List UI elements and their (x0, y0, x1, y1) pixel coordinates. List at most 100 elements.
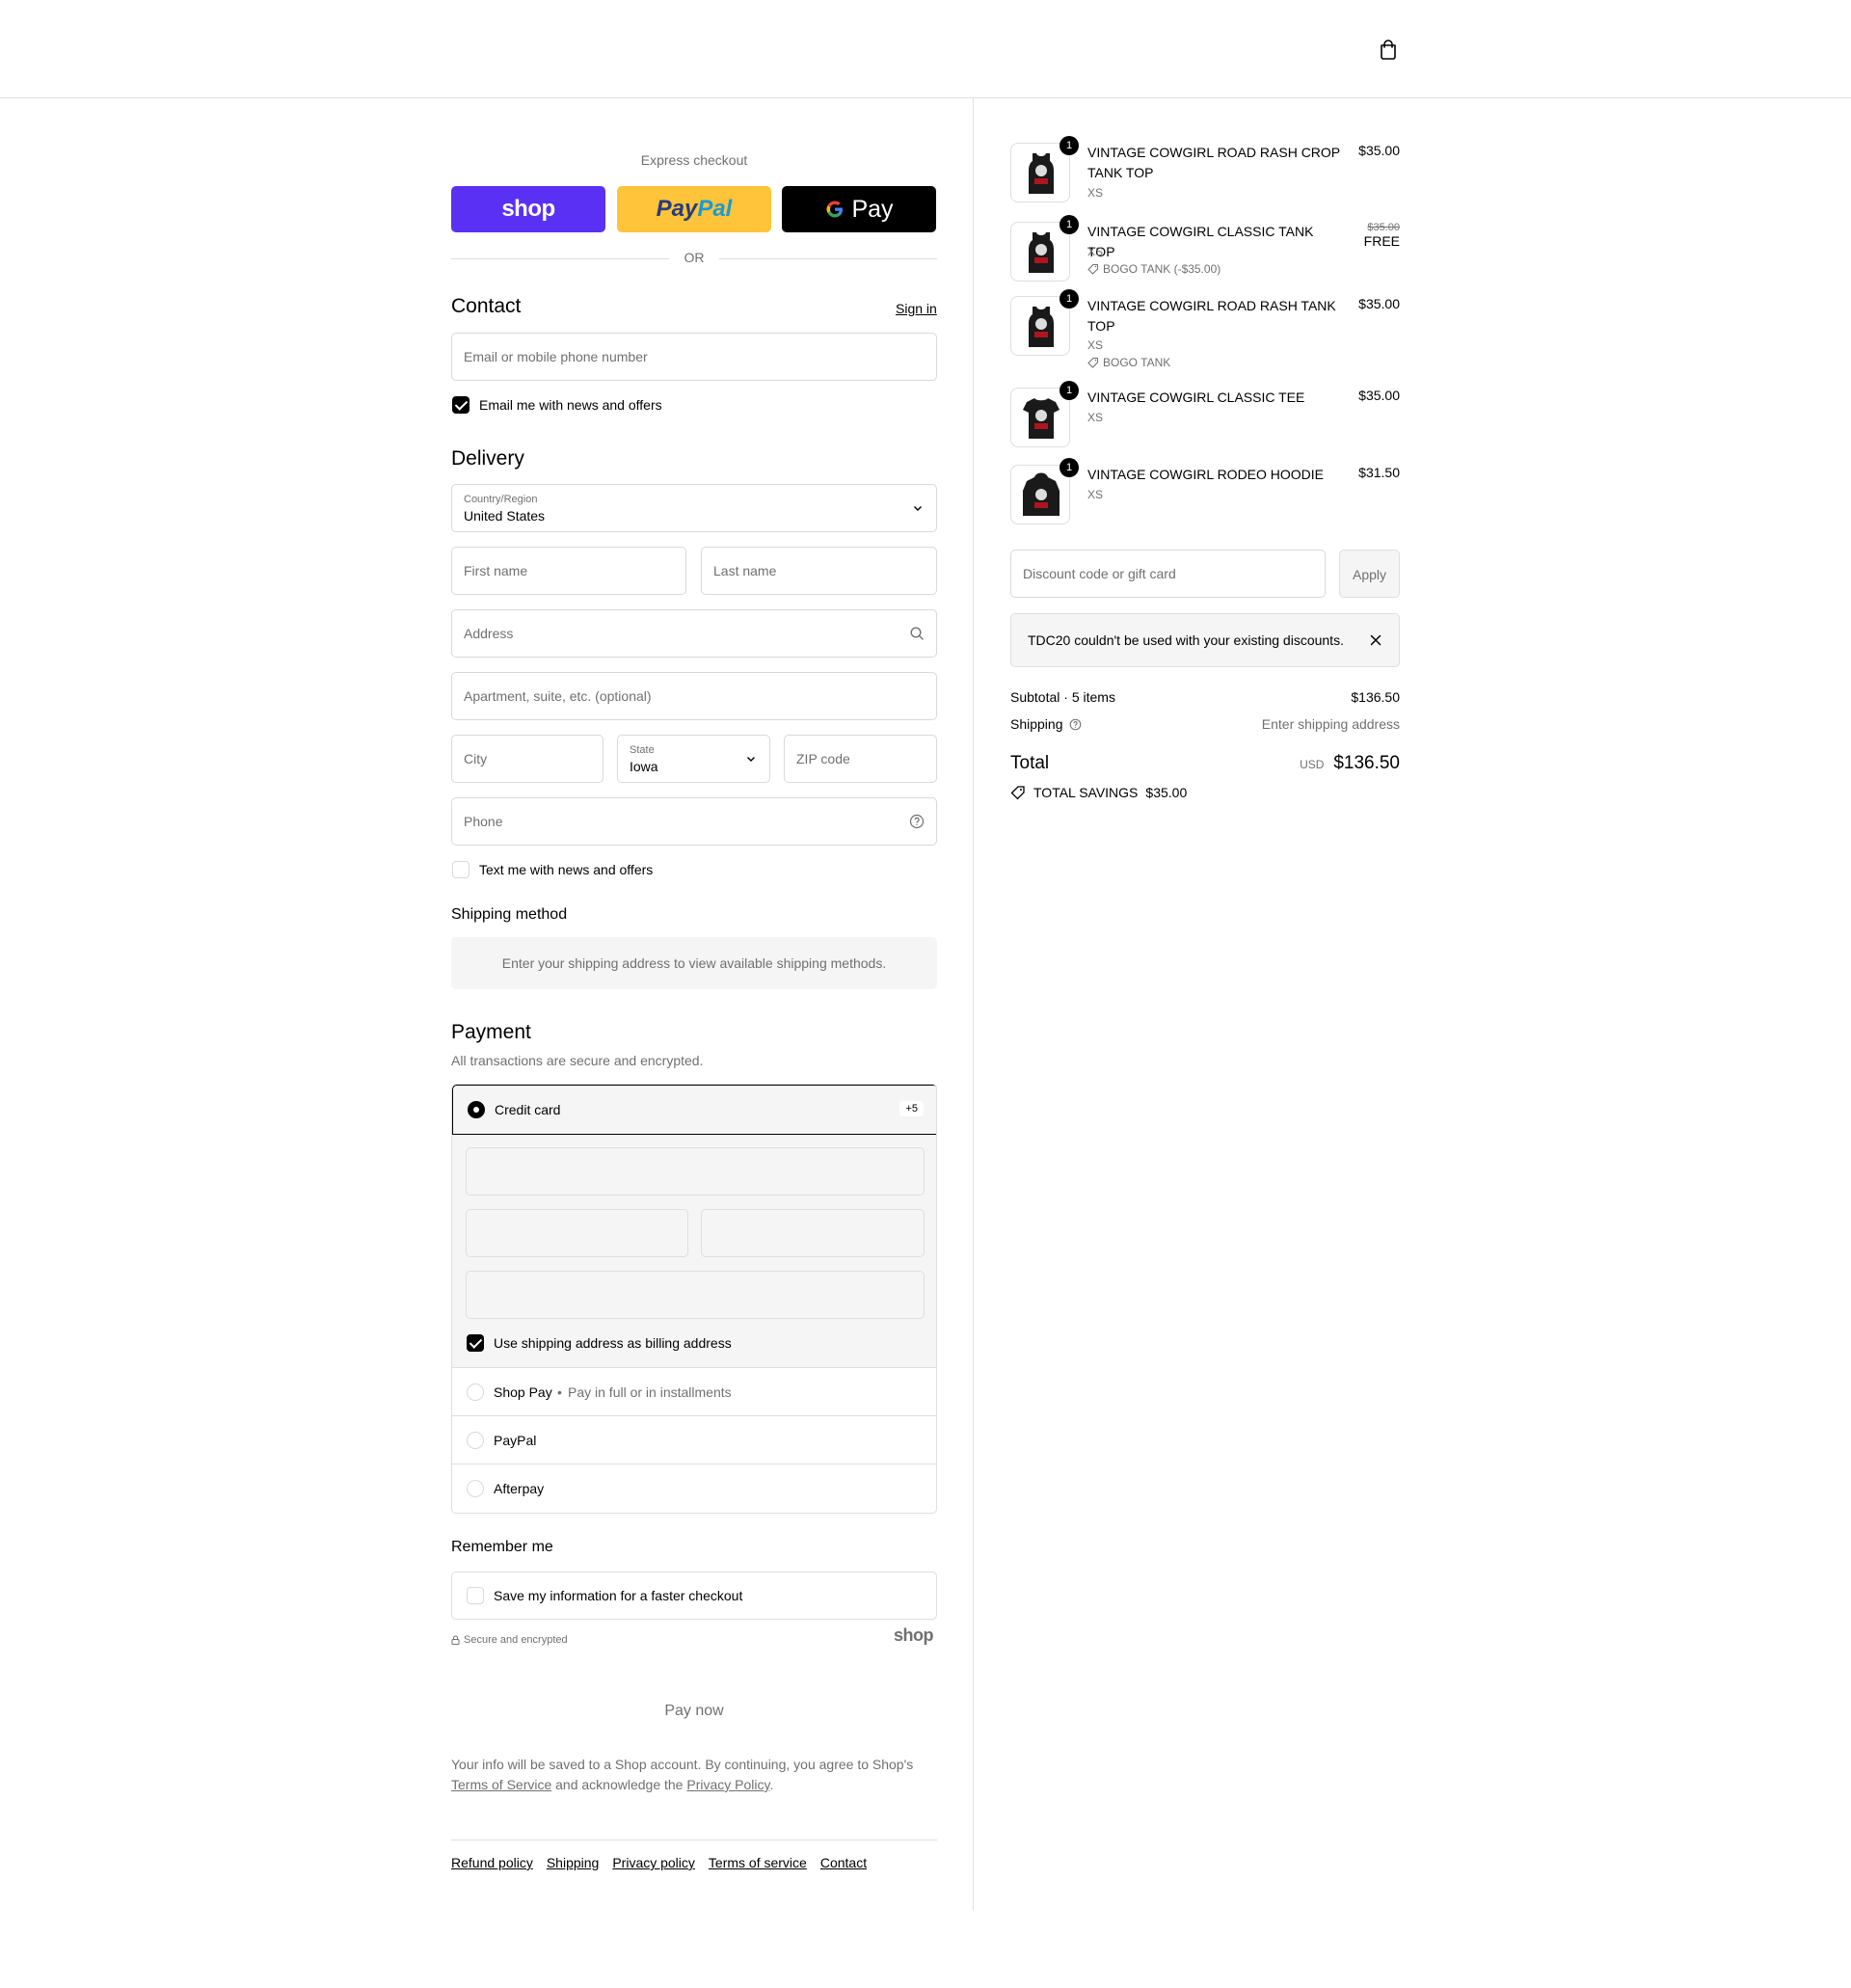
pay-now-button[interactable]: Pay now (451, 1703, 937, 1720)
payment-heading: Payment (451, 1021, 531, 1043)
save-info-checkbox[interactable] (467, 1587, 484, 1604)
item-price: $31.50 (1358, 465, 1400, 480)
first-name-field[interactable]: First name (451, 547, 686, 595)
shipping-method-heading: Shipping method (451, 906, 568, 923)
zip-field[interactable]: ZIP code (784, 735, 937, 783)
city-field[interactable]: City (451, 735, 604, 783)
address-placeholder: Address (464, 626, 514, 641)
currency-code: USD (1300, 758, 1325, 771)
shop-pay-logo: shop (501, 196, 555, 222)
shipping-method-message: Enter your shipping address to view avai… (451, 937, 937, 989)
email-field[interactable]: Email or mobile phone number (451, 333, 937, 381)
address-field[interactable]: Address (451, 609, 937, 658)
tag-icon (1010, 786, 1025, 800)
lock-icon (451, 1635, 460, 1645)
afterpay-option-label: Afterpay (494, 1481, 545, 1496)
shipping-row: Shipping Enter shipping address (1010, 716, 1400, 732)
card-number-input[interactable] (466, 1147, 925, 1195)
state-value: Iowa (630, 759, 658, 774)
city-placeholder: City (464, 751, 488, 766)
cart-item: 1 VINTAGE COWGIRL CLASSIC TANK TOP XS BO… (1010, 215, 1400, 285)
quantity-badge: 1 (1060, 136, 1079, 155)
phone-field[interactable]: Phone (451, 797, 937, 846)
quantity-badge: 1 (1060, 289, 1079, 309)
sms-checkbox[interactable] (452, 861, 469, 878)
shipping-value: Enter shipping address (1261, 716, 1400, 732)
footer-link-privacy[interactable]: Privacy policy (612, 1855, 695, 1870)
remember-me-heading: Remember me (451, 1539, 553, 1555)
shop-pay-radio[interactable] (467, 1384, 484, 1401)
product-thumbnail: 1 (1010, 289, 1079, 356)
footer-link-contact[interactable]: Contact (820, 1855, 867, 1870)
shop-account-disclaimer: Your info will be saved to a Shop accoun… (451, 1755, 937, 1795)
card-expiry-input[interactable] (466, 1209, 688, 1257)
footer-link-shipping[interactable]: Shipping (547, 1855, 600, 1870)
last-name-placeholder: Last name (713, 563, 777, 578)
credit-card-label: Credit card (495, 1102, 561, 1117)
subtotal-row: Subtotal · 5 items $136.50 (1010, 689, 1400, 705)
privacy-policy-link[interactable]: Privacy Policy (686, 1777, 769, 1792)
quantity-badge: 1 (1060, 458, 1079, 477)
secure-note: Secure and encrypted (451, 1634, 568, 1646)
paypal-option[interactable]: PayPal (452, 1416, 936, 1464)
afterpay-radio[interactable] (467, 1480, 484, 1497)
shipping-label: Shipping (1010, 716, 1063, 732)
product-thumbnail: 1 (1010, 136, 1079, 202)
paypal-radio[interactable] (467, 1432, 484, 1449)
original-price: $35.00 (1367, 222, 1400, 233)
total-savings-value: $35.00 (1145, 785, 1188, 800)
paypal-button[interactable]: Pay Pal (617, 186, 771, 232)
shop-pay-option[interactable]: Shop Pay • Pay in full or in installment… (452, 1368, 936, 1416)
payment-subtitle: All transactions are secure and encrypte… (451, 1053, 704, 1068)
credit-card-radio[interactable] (468, 1101, 485, 1118)
shop-pay-button[interactable]: shop (451, 186, 605, 232)
cart-item: 1 VINTAGE COWGIRL CLASSIC TEE XS $35.00 (1010, 381, 1400, 451)
item-name: VINTAGE COWGIRL ROAD RASH TANK TOP (1087, 298, 1336, 334)
total-row: Total USD $136.50 (1010, 753, 1400, 774)
billing-address-checkbox[interactable] (467, 1334, 484, 1352)
last-name-field[interactable]: Last name (701, 547, 937, 595)
credit-card-option[interactable]: Credit card +5 (452, 1085, 936, 1135)
close-icon[interactable] (1370, 634, 1382, 646)
apartment-field[interactable]: Apartment, suite, etc. (optional) (451, 672, 937, 720)
card-name-input[interactable] (466, 1271, 925, 1319)
state-label: State (630, 744, 655, 756)
quantity-badge: 1 (1060, 215, 1079, 234)
discounted-price: FREE (1363, 233, 1400, 249)
apartment-placeholder: Apartment, suite, etc. (optional) (464, 688, 652, 704)
country-value: United States (464, 508, 546, 524)
card-cvv-input[interactable] (701, 1209, 925, 1257)
footer-link-terms[interactable]: Terms of service (709, 1855, 807, 1870)
paypal-option-label: PayPal (494, 1433, 537, 1448)
search-icon (910, 627, 924, 640)
credit-card-form: Use shipping address as billing address (452, 1135, 936, 1368)
item-name: VINTAGE COWGIRL CLASSIC TANK TOP (1087, 224, 1314, 259)
newsletter-checkbox[interactable] (452, 396, 469, 414)
country-select[interactable]: Country/Region United States (451, 484, 937, 532)
help-circle-icon[interactable] (1069, 718, 1082, 731)
item-price: $35.00 FREE (1364, 222, 1400, 249)
item-variant: XS (1087, 488, 1104, 501)
state-select[interactable]: State Iowa (617, 735, 770, 783)
terms-of-service-link[interactable]: Terms of Service (451, 1777, 551, 1792)
item-price: $35.00 (1358, 296, 1400, 311)
discount-code-field[interactable]: Discount code or gift card (1010, 550, 1326, 598)
afterpay-option[interactable]: Afterpay (452, 1464, 936, 1513)
total-label: Total (1010, 753, 1050, 773)
item-name: VINTAGE COWGIRL ROAD RASH CROP TANK TOP (1087, 145, 1340, 180)
remember-me-box[interactable]: Save my information for a faster checkou… (451, 1572, 937, 1620)
sign-in-link[interactable]: Sign in (896, 301, 937, 316)
cart-item: 1 VINTAGE COWGIRL ROAD RASH CROP TANK TO… (1010, 136, 1400, 206)
total-savings-row: TOTAL SAVINGS $35.00 (1010, 785, 1187, 800)
discount-label: BOGO TANK (-$35.00) (1103, 262, 1221, 276)
express-checkout-label: Express checkout (640, 152, 748, 168)
apply-button[interactable]: Apply (1339, 550, 1400, 598)
help-circle-icon[interactable] (909, 814, 925, 829)
email-placeholder: Email or mobile phone number (464, 349, 648, 364)
billing-address-label: Use shipping address as billing address (494, 1335, 732, 1351)
shopping-bag-icon[interactable] (1378, 39, 1399, 60)
more-cards-badge: +5 (899, 1101, 924, 1116)
quantity-badge: 1 (1060, 381, 1079, 400)
footer-link-refund[interactable]: Refund policy (451, 1855, 533, 1870)
google-pay-button[interactable]: Pay (782, 186, 936, 232)
